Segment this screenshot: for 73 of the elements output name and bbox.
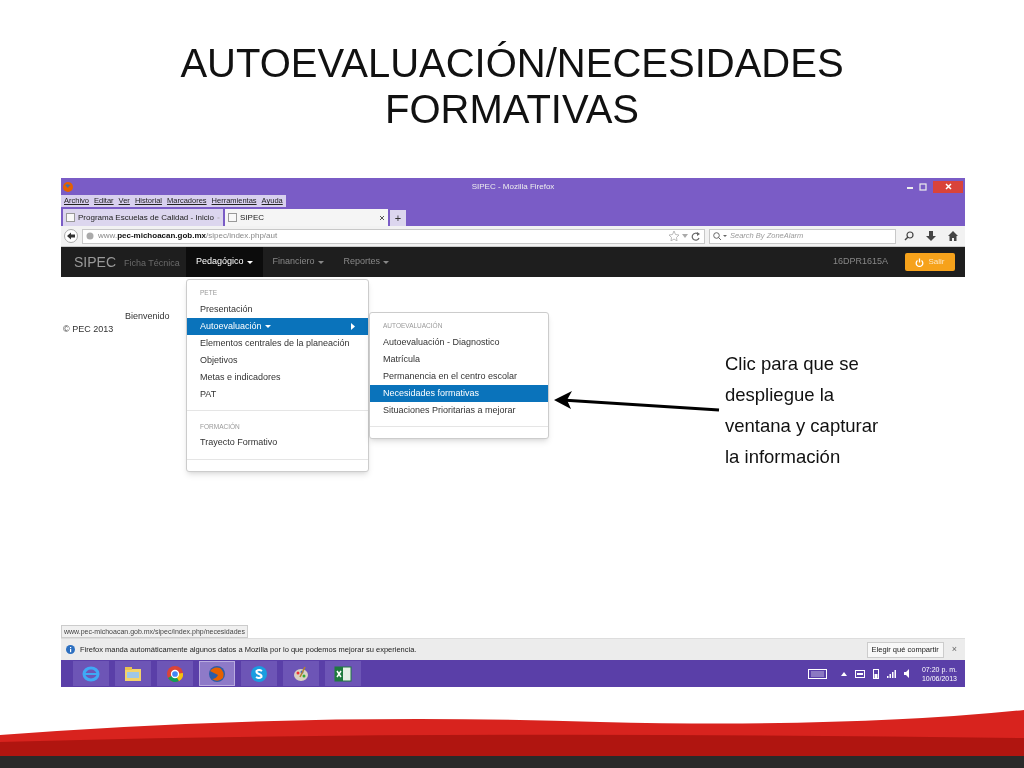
taskbar-button[interactable]: [199, 661, 235, 686]
menu-item[interactable]: PAT: [187, 385, 368, 403]
window-title: SIPEC - Mozilla Firefox: [471, 181, 555, 191]
welcome-text: Bienvenido: [125, 310, 170, 323]
signal-icon[interactable]: [886, 669, 896, 678]
menu-item[interactable]: Presentación: [187, 300, 368, 318]
globe-icon: [86, 232, 94, 240]
reload-icon[interactable]: [691, 231, 701, 241]
bubble-icon: [250, 664, 268, 683]
callout-text: Clic para que se despliegue la ventana y capturar la información: [725, 352, 880, 469]
close-button[interactable]: [933, 180, 963, 193]
info-icon: [66, 645, 75, 654]
taskbar-button[interactable]: [241, 661, 277, 686]
restore-icon[interactable]: [919, 182, 927, 191]
folder-icon: [124, 664, 142, 683]
taskbar-button[interactable]: [283, 661, 319, 686]
menu-item[interactable]: Metas e indicadores: [187, 368, 368, 386]
page-icon: [228, 213, 237, 222]
menu-item[interactable]: Situaciones Prioritarias a mejorar: [370, 401, 548, 419]
nav-menu[interactable]: Pedagógico: [186, 247, 263, 277]
school-code: 16DPR1615A: [832, 255, 888, 269]
spreadsheet-icon: [334, 664, 352, 683]
slide-title: FORMATIVAS: [384, 86, 640, 132]
globe-icon: [208, 664, 226, 683]
menu-item[interactable]: Autoevaluación: [187, 317, 368, 335]
address-field[interactable]: www.pec-michoacan.gob.mx/sipec/index.php/aut: [82, 228, 705, 244]
caret-icon: [246, 260, 253, 264]
menu-item[interactable]: Trayecto Formativo: [187, 434, 368, 452]
wheel-icon: [166, 664, 184, 683]
menu-item[interactable]: Objetivos: [187, 351, 368, 369]
tab-title: SIPEC: [240, 211, 264, 224]
taskbar-button[interactable]: [325, 661, 361, 686]
new-tab-button[interactable]: +: [390, 210, 406, 226]
menu-item[interactable]: Necesidades formativas: [370, 384, 548, 402]
speaker-icon[interactable]: [903, 669, 910, 678]
menu-item[interactable]: Permanencia en el centro escolar: [370, 367, 548, 385]
caret-icon[interactable]: [840, 671, 847, 676]
close-button[interactable]: ×: [951, 642, 957, 657]
brand-name[interactable]: SIPEC: [74, 251, 124, 273]
back-icon[interactable]: [64, 229, 78, 243]
faded-text: Ficha Técnica: [124, 258, 180, 268]
ring-icon: [82, 664, 100, 683]
browser-tab[interactable]: Programa Escuelas de Calidad - Inicio: [63, 209, 223, 226]
home-icon[interactable]: [948, 231, 958, 241]
menu-item[interactable]: Elementos centrales de la planeación: [187, 334, 368, 352]
submenu-arrow-icon: [351, 322, 355, 330]
page-icon: [66, 213, 75, 222]
taskbar-button[interactable]: [115, 661, 151, 686]
search-icon: [713, 231, 727, 241]
url-text: www.pec-michoacan.gob.mx/sipec/index.php/aut: [98, 230, 278, 242]
menu-item[interactable]: Autoevaluación - Diagnostico: [370, 333, 548, 351]
nav-menu[interactable]: Reportes: [333, 247, 400, 277]
browser-tab[interactable]: SIPEC: [225, 209, 388, 226]
close-tab-icon[interactable]: [379, 214, 385, 221]
menu-item[interactable]: Matrícula: [370, 350, 548, 368]
keyboard-icon[interactable]: [807, 668, 827, 679]
caret-icon: [383, 260, 390, 264]
download-icon[interactable]: [926, 231, 936, 241]
taskbar-button[interactable]: [157, 661, 193, 686]
caret-icon: [264, 324, 271, 328]
slide-title: AUTOEVALUACIÓN/NECESIDADES: [180, 40, 844, 86]
close-icon: [944, 183, 952, 190]
globe-icon: [63, 181, 73, 192]
search-icon[interactable]: [904, 231, 914, 241]
palette-icon: [292, 664, 310, 683]
power-icon: [915, 257, 925, 267]
monitor-icon[interactable]: [854, 669, 865, 678]
star-icon[interactable]: [669, 231, 679, 241]
caret-icon: [317, 260, 324, 264]
tab-title: Programa Escuelas de Calidad - Inicio: [78, 211, 215, 224]
nav-menu[interactable]: Financiero: [262, 247, 334, 277]
copyright-text: © PEC 2013: [63, 323, 114, 336]
battery-icon[interactable]: [872, 668, 879, 679]
